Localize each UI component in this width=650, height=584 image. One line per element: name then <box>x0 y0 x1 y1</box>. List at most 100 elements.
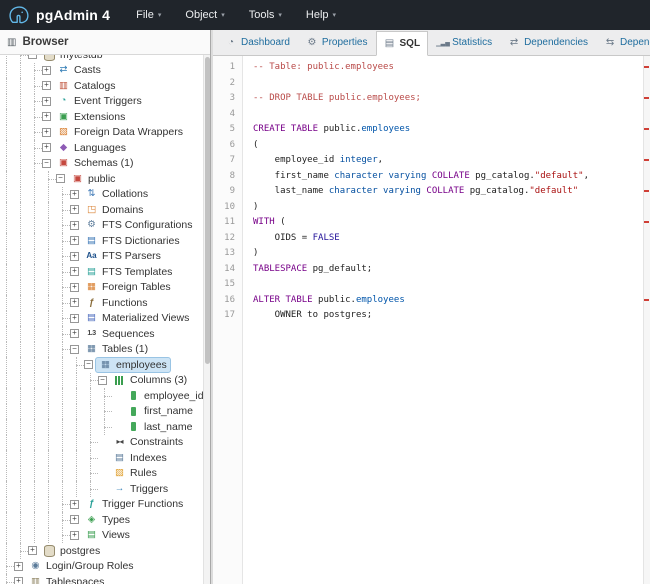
tree-item-last-name[interactable]: last_name <box>0 419 202 435</box>
tree-item-columns-3[interactable]: −Columns (3) <box>0 373 202 389</box>
expand-toggle-icon[interactable]: + <box>70 515 79 524</box>
tree-item-first-name[interactable]: first_name <box>0 404 202 420</box>
expand-toggle-icon[interactable]: + <box>70 298 79 307</box>
menu-object[interactable]: Object▾ <box>185 9 224 21</box>
expand-toggle-icon[interactable]: + <box>14 577 23 584</box>
editor-scrollbar[interactable] <box>643 56 650 584</box>
tree-item-trigger-functions[interactable]: +Trigger Functions <box>0 497 202 513</box>
tree-item-languages[interactable]: +Languages <box>0 140 202 156</box>
tab-properties[interactable]: Properties <box>298 30 376 55</box>
tree-guide <box>28 450 42 466</box>
tree-item-fts-dictionaries[interactable]: +FTS Dictionaries <box>0 233 202 249</box>
expand-toggle-icon[interactable]: + <box>70 190 79 199</box>
menu-file[interactable]: File▾ <box>136 9 161 21</box>
expand-toggle-icon[interactable]: + <box>70 221 79 230</box>
expand-toggle-icon[interactable]: + <box>70 283 79 292</box>
token-p: OWNER to postgres; <box>253 310 372 320</box>
expand-toggle-icon[interactable]: + <box>28 546 37 555</box>
menu-help[interactable]: Help▾ <box>306 9 336 21</box>
tree-item-fts-templates[interactable]: +FTS Templates <box>0 264 202 280</box>
tree-node: Catalogs <box>53 78 119 94</box>
tree-item-public[interactable]: −public <box>0 171 202 187</box>
tree-guide <box>56 218 70 234</box>
tree-item-extensions[interactable]: +Extensions <box>0 109 202 125</box>
object-tree[interactable]: −mytestdb+Casts+Catalogs+Event Triggers+… <box>0 55 210 584</box>
menu-tools[interactable]: Tools▾ <box>249 9 282 21</box>
tree-item-event-triggers[interactable]: +Event Triggers <box>0 94 202 110</box>
collapse-toggle-icon[interactable]: − <box>70 345 79 354</box>
tree-node: Trigger Functions <box>81 496 187 512</box>
tab-dependencies[interactable]: Dependencies <box>500 30 596 55</box>
tree-item-constraints[interactable]: Constraints <box>0 435 202 451</box>
tree-guide <box>28 435 42 451</box>
expand-toggle-icon[interactable]: + <box>70 267 79 276</box>
tree-item-materialized-views[interactable]: +Materialized Views <box>0 311 202 327</box>
tree-item-tables-1[interactable]: −Tables (1) <box>0 342 202 358</box>
tree-item-rules[interactable]: Rules <box>0 466 202 482</box>
tree-item-types[interactable]: +Types <box>0 512 202 528</box>
tree-item-employees[interactable]: −employees <box>0 357 202 373</box>
tree-guide <box>0 497 14 513</box>
expand-toggle-icon[interactable]: + <box>70 252 79 261</box>
expand-toggle-icon[interactable]: + <box>70 531 79 540</box>
tree-guide <box>28 497 42 513</box>
tab-dashboard[interactable]: Dashboard <box>217 30 298 55</box>
tab-dependents[interactable]: Dependents <box>596 30 650 55</box>
tab-label: Dependencies <box>524 37 588 48</box>
tree-item-casts[interactable]: +Casts <box>0 63 202 79</box>
tree-node: Tables (1) <box>81 341 152 357</box>
tree-item-catalogs[interactable]: +Catalogs <box>0 78 202 94</box>
sql-editor[interactable]: 1234567891011121314151617 -- Table: publ… <box>213 56 650 584</box>
expand-toggle-icon[interactable]: + <box>70 329 79 338</box>
sql-code[interactable]: -- Table: public.employees-- DROP TABLE … <box>243 56 650 584</box>
collapse-toggle-icon[interactable]: − <box>42 159 51 168</box>
foreign-tables-icon <box>85 281 98 293</box>
tree-guide <box>14 78 28 94</box>
expand-toggle-icon[interactable]: + <box>70 314 79 323</box>
tree-item-foreign-tables[interactable]: +Foreign Tables <box>0 280 202 296</box>
tree-item-foreign-data-wrappers[interactable]: +Foreign Data Wrappers <box>0 125 202 141</box>
tree-item-sequences[interactable]: +Sequences <box>0 326 202 342</box>
views-icon <box>85 529 98 541</box>
tree-item-login-group-roles[interactable]: +Login/Group Roles <box>0 559 202 575</box>
expand-toggle-icon[interactable]: + <box>70 205 79 214</box>
expand-toggle-icon[interactable]: + <box>42 66 51 75</box>
collapse-toggle-icon[interactable]: − <box>28 55 37 59</box>
expand-toggle-icon[interactable]: + <box>70 500 79 509</box>
tree-item-schemas-1[interactable]: −Schemas (1) <box>0 156 202 172</box>
expand-toggle-icon[interactable]: + <box>14 562 23 571</box>
tree-node: Types <box>81 512 134 528</box>
expand-toggle-icon[interactable]: + <box>42 128 51 137</box>
expand-toggle-icon[interactable]: + <box>70 236 79 245</box>
expand-toggle-icon[interactable]: + <box>42 81 51 90</box>
tree-guide <box>56 373 70 389</box>
tree-item-postgres[interactable]: +postgres <box>0 543 202 559</box>
tree-guide <box>0 574 14 584</box>
tree-item-triggers[interactable]: Triggers <box>0 481 202 497</box>
tab-sql[interactable]: SQL <box>376 31 429 56</box>
expand-toggle-icon[interactable]: + <box>42 97 51 106</box>
tree-item-employee-id[interactable]: employee_id <box>0 388 202 404</box>
tree-item-fts-parsers[interactable]: +FTS Parsers <box>0 249 202 265</box>
tree-item-functions[interactable]: +Functions <box>0 295 202 311</box>
tree-guide <box>14 357 28 373</box>
tree-item-indexes[interactable]: Indexes <box>0 450 202 466</box>
tree-item-views[interactable]: +Views <box>0 528 202 544</box>
sidebar-scrollbar[interactable] <box>203 55 210 584</box>
collapse-toggle-icon[interactable]: − <box>56 174 65 183</box>
tree-guide <box>56 202 70 218</box>
tree-item-collations[interactable]: +Collations <box>0 187 202 203</box>
sidebar-scrollbar-thumb[interactable] <box>205 57 210 364</box>
tree-item-tablespaces[interactable]: +Tablespaces <box>0 574 202 584</box>
expand-toggle-icon[interactable]: + <box>42 112 51 121</box>
tree-guide <box>28 295 42 311</box>
tree-item-fts-configurations[interactable]: +FTS Configurations <box>0 218 202 234</box>
collapse-toggle-icon[interactable]: − <box>84 360 93 369</box>
tab-statistics[interactable]: Statistics <box>428 30 500 55</box>
tree-guide <box>28 326 42 342</box>
tree-item-domains[interactable]: +Domains <box>0 202 202 218</box>
expand-toggle-icon[interactable]: + <box>42 143 51 152</box>
tree-guide <box>14 94 28 110</box>
collapse-toggle-icon[interactable]: − <box>98 376 107 385</box>
code-line: ( <box>253 138 650 154</box>
